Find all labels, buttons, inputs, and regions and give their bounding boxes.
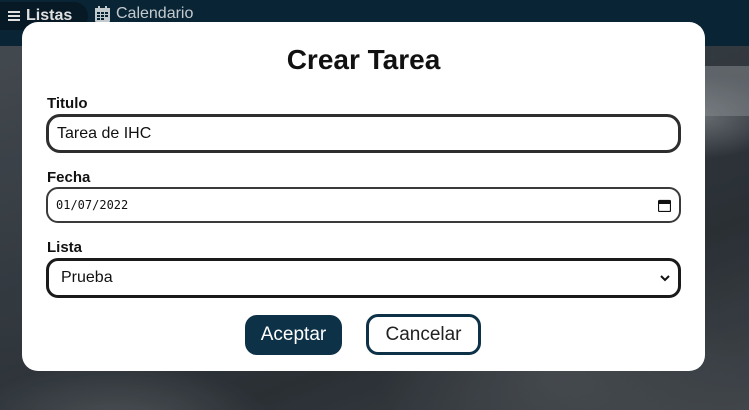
screen: Listas Calendario Crear Tarea Titulo Tar… [0,0,749,410]
calendar-icon[interactable] [658,199,671,212]
lista-selected-value: Prueba [61,269,113,286]
fecha-label: Fecha [47,169,91,186]
titulo-input[interactable] [46,114,681,153]
fecha-input[interactable]: 01/07/2022 [46,187,681,223]
accept-button[interactable]: Aceptar [245,315,342,355]
cancel-button[interactable]: Cancelar [366,314,481,355]
chevron-down-icon [660,274,670,282]
titulo-label: Titulo [47,95,88,112]
lista-label: Lista [47,239,83,256]
dialog-title: Crear Tarea [286,44,441,75]
fecha-value: 01/07/2022 [56,198,129,212]
lista-select[interactable]: Prueba [46,258,681,298]
create-task-dialog: Crear Tarea Titulo Fecha 01/07/2022 List… [22,22,705,371]
